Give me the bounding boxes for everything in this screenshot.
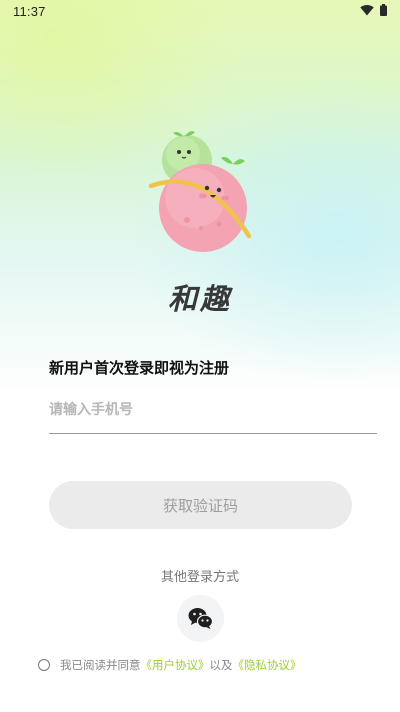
phone-input[interactable] bbox=[49, 394, 377, 434]
agreement-prefix: 我已阅读并同意 bbox=[60, 658, 141, 672]
battery-icon bbox=[380, 4, 387, 16]
agreement-checkbox[interactable] bbox=[38, 659, 50, 671]
user-agreement-link[interactable]: 《用户协议》 bbox=[141, 657, 210, 673]
status-time: 11:37 bbox=[13, 4, 46, 19]
app-name: 和趣 bbox=[167, 282, 232, 316]
register-hint: 新用户首次登录即视为注册 bbox=[49, 359, 230, 377]
wifi-icon bbox=[360, 5, 374, 16]
get-code-button[interactable]: 获取验证码 bbox=[49, 481, 352, 529]
wechat-icon bbox=[188, 608, 213, 629]
agreement-row: 我已阅读并同意 《用户协议》 以及 《隐私协议》 bbox=[38, 656, 302, 674]
agreement-connector: 以及 bbox=[209, 658, 233, 672]
wechat-login-button[interactable] bbox=[177, 595, 224, 642]
other-login-label: 其他登录方式 bbox=[160, 570, 239, 585]
planet-mascot-icon bbox=[148, 131, 252, 252]
privacy-policy-link[interactable]: 《隐私协议》 bbox=[233, 657, 302, 673]
status-bar: 11:37 bbox=[0, 0, 400, 24]
